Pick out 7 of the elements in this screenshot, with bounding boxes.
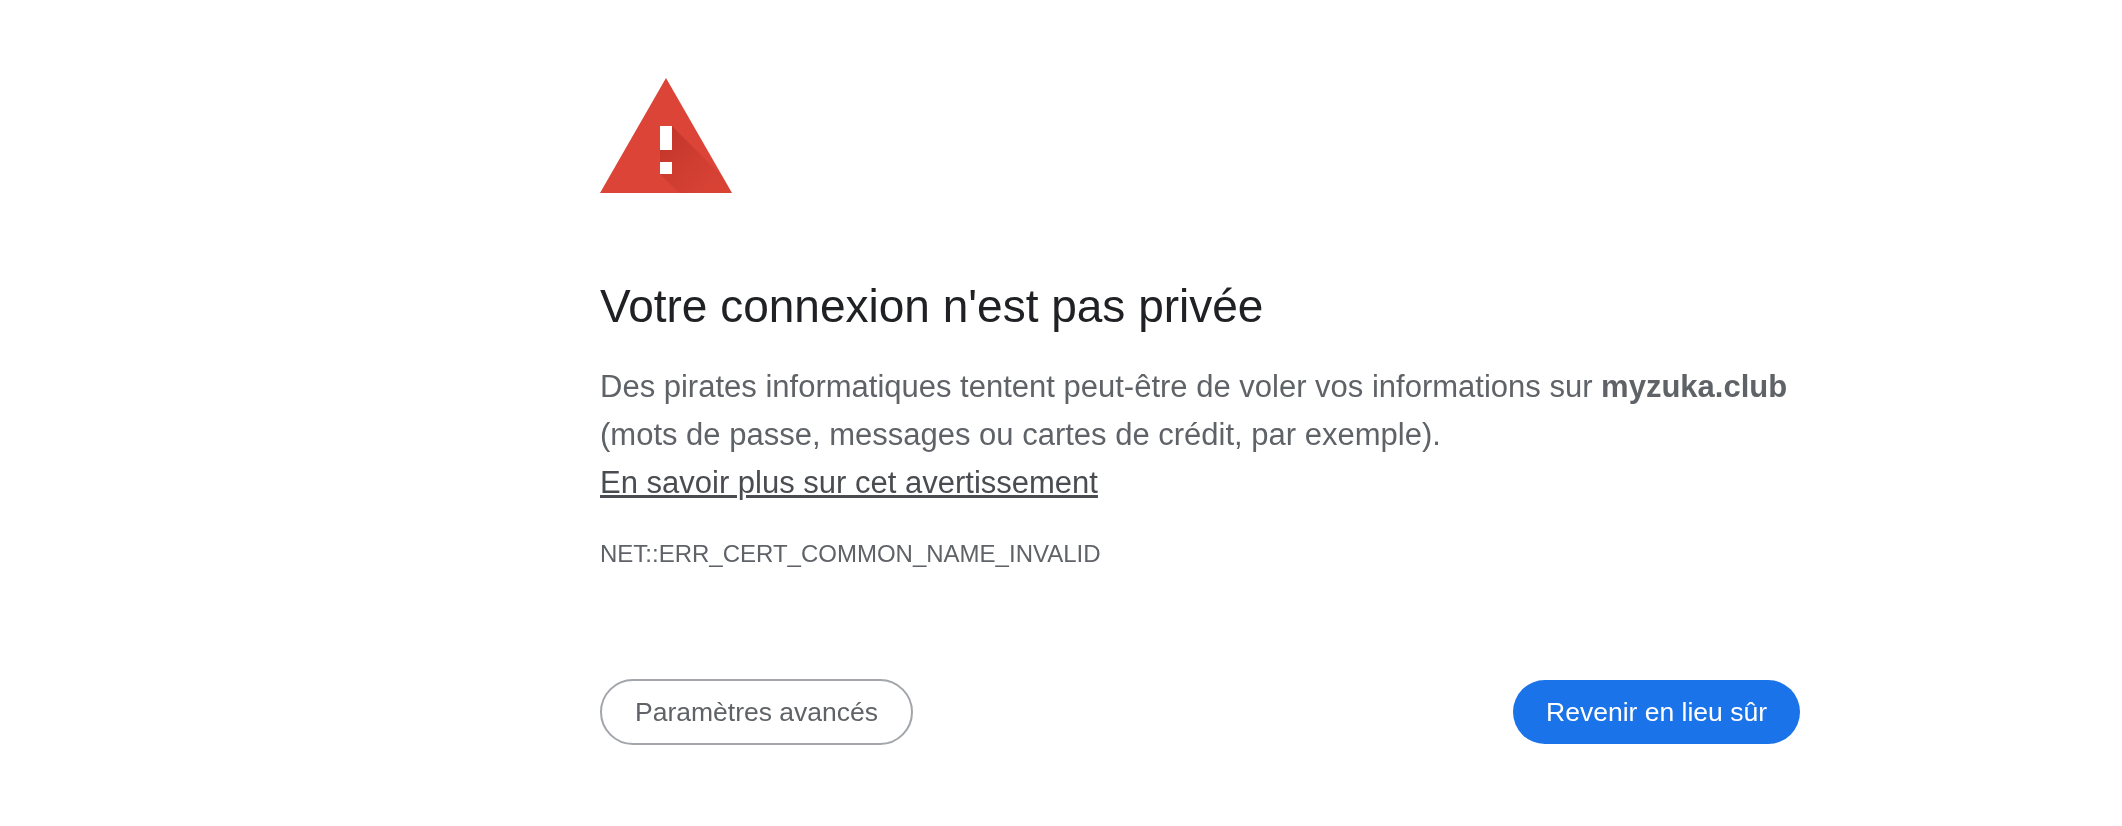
advanced-settings-button[interactable]: Paramètres avancés <box>600 679 914 745</box>
page-heading: Votre connexion n'est pas privée <box>600 279 1265 333</box>
learn-more-link[interactable]: En savoir plus sur cet avertissement <box>600 465 1098 500</box>
warning-icon <box>600 78 732 193</box>
back-to-safety-button[interactable]: Revenir en lieu sûr <box>1513 680 1800 744</box>
warning-message: Des pirates informatiques tentent peut-être de voler vos informations sur myzuka.club (mots de passe, messages ou cartes de crédit, par exemple). En savoir plus sur cet avertissement <box>600 368 1789 502</box>
error-code: NET::ERR_CERT_COMMON_NAME_INVALID <box>600 539 1102 569</box>
